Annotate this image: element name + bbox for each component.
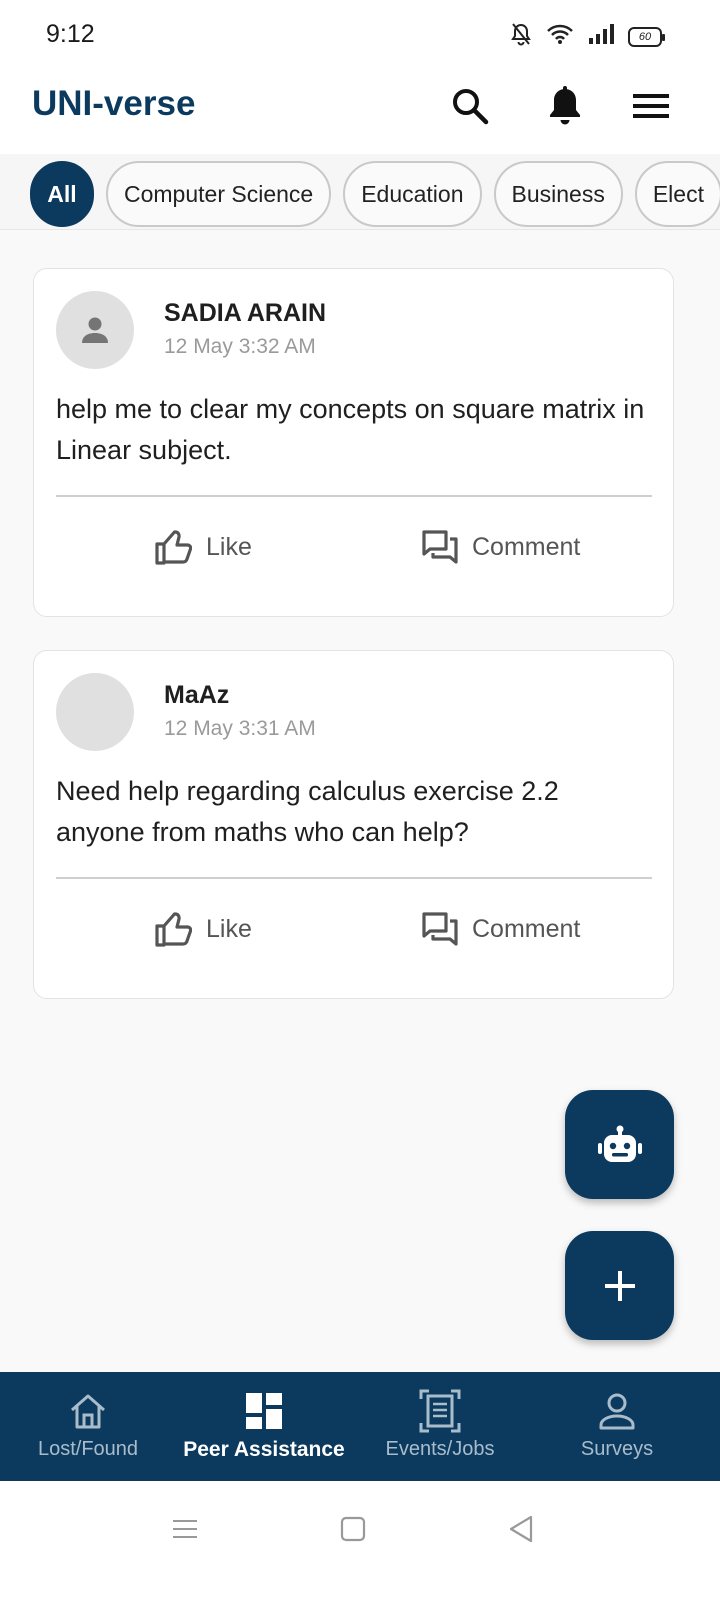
- back-button[interactable]: [501, 1509, 541, 1549]
- divider: [56, 877, 652, 879]
- nav-events-jobs[interactable]: Events/Jobs: [352, 1372, 528, 1481]
- nav-label: Surveys: [580, 1438, 654, 1460]
- home-icon: [71, 1394, 105, 1429]
- post-author[interactable]: SADIA ARAIN: [164, 299, 326, 328]
- dashboard-icon: [246, 1393, 282, 1429]
- status-time: 9:12: [46, 20, 95, 48]
- app-title: UNI-verse: [32, 84, 196, 123]
- post-body: help me to clear my concepts on square m…: [56, 394, 645, 465]
- comment-label: Comment: [472, 914, 581, 943]
- post-author[interactable]: MaAz: [164, 681, 229, 710]
- menu-button[interactable]: [627, 82, 675, 130]
- menu-icon: [633, 94, 669, 118]
- nav-surveys[interactable]: Surveys: [529, 1372, 705, 1481]
- wifi-icon: [546, 23, 574, 50]
- like-button[interactable]: Like: [154, 906, 252, 952]
- robot-icon: [597, 1125, 642, 1162]
- divider: [56, 495, 652, 497]
- post-card: MaAz 12 May 3:31 AM Need help regarding …: [33, 650, 674, 999]
- post-time: 12 May 3:31 AM: [164, 717, 316, 740]
- like-button[interactable]: Like: [154, 524, 252, 570]
- thumbs-up-icon: [155, 530, 192, 565]
- chip-all[interactable]: All: [30, 161, 94, 227]
- nav-label: Lost/Found: [37, 1438, 139, 1460]
- chip-label: Education: [361, 180, 464, 207]
- category-filter-bar: All Computer Science Education Business …: [0, 154, 720, 230]
- status-bar: 9:12 60: [0, 0, 720, 70]
- chip-label: Computer Science: [124, 180, 314, 207]
- chip-elect[interactable]: Elect: [634, 161, 720, 227]
- bottom-navigation: Lost/Found Peer Assistance Events/Jobs S…: [0, 1372, 720, 1481]
- document-icon: [419, 1389, 461, 1433]
- avatar[interactable]: [56, 291, 134, 369]
- back-triangle-icon: [509, 1515, 533, 1543]
- avatar[interactable]: [56, 673, 134, 751]
- notifications-button[interactable]: [541, 82, 589, 130]
- app-bar: UNI-verse: [0, 70, 720, 154]
- post-body: Need help regarding calculus exercise 2.…: [56, 776, 559, 847]
- comment-button[interactable]: Comment: [422, 906, 580, 952]
- add-post-fab[interactable]: [565, 1231, 674, 1340]
- bell-muted-icon: [510, 22, 532, 51]
- menu-lines-icon: [173, 1520, 197, 1538]
- square-icon: [340, 1516, 366, 1542]
- person-icon: [599, 1393, 635, 1430]
- home-button[interactable]: [333, 1509, 373, 1549]
- battery-icon: 60: [628, 26, 665, 47]
- chatbot-fab[interactable]: [565, 1090, 674, 1199]
- post-card: SADIA ARAIN 12 May 3:32 AM help me to cl…: [33, 268, 674, 617]
- like-label: Like: [206, 532, 252, 561]
- nav-label: Peer Assistance: [183, 1438, 345, 1461]
- comment-label: Comment: [472, 532, 581, 561]
- comment-button[interactable]: Comment: [422, 524, 580, 570]
- search-button[interactable]: [446, 82, 494, 130]
- post-time: 12 May 3:32 AM: [164, 335, 316, 358]
- chip-computer-science[interactable]: Computer Science: [106, 161, 332, 227]
- nav-peer-assistance[interactable]: Peer Assistance: [176, 1372, 352, 1481]
- system-navigation-bar: [0, 1481, 720, 1600]
- forum-icon: [422, 530, 458, 564]
- nav-label: Events/Jobs: [385, 1438, 495, 1460]
- thumbs-up-icon: [155, 912, 192, 947]
- forum-icon: [422, 912, 458, 946]
- person-placeholder-icon: [82, 317, 108, 343]
- status-icons: 60: [510, 22, 665, 51]
- chip-label: Business: [511, 180, 605, 207]
- bell-icon: [550, 86, 580, 125]
- signal-icon: [588, 23, 614, 50]
- chip-label: Elect: [652, 180, 704, 207]
- search-icon: [453, 89, 489, 125]
- chip-education[interactable]: Education: [343, 161, 482, 227]
- recents-button[interactable]: [165, 1509, 205, 1549]
- chip-business[interactable]: Business: [493, 161, 623, 227]
- chip-label: All: [47, 180, 77, 207]
- like-label: Like: [206, 914, 252, 943]
- nav-lost-found[interactable]: Lost/Found: [0, 1372, 176, 1481]
- plus-icon: [604, 1270, 635, 1301]
